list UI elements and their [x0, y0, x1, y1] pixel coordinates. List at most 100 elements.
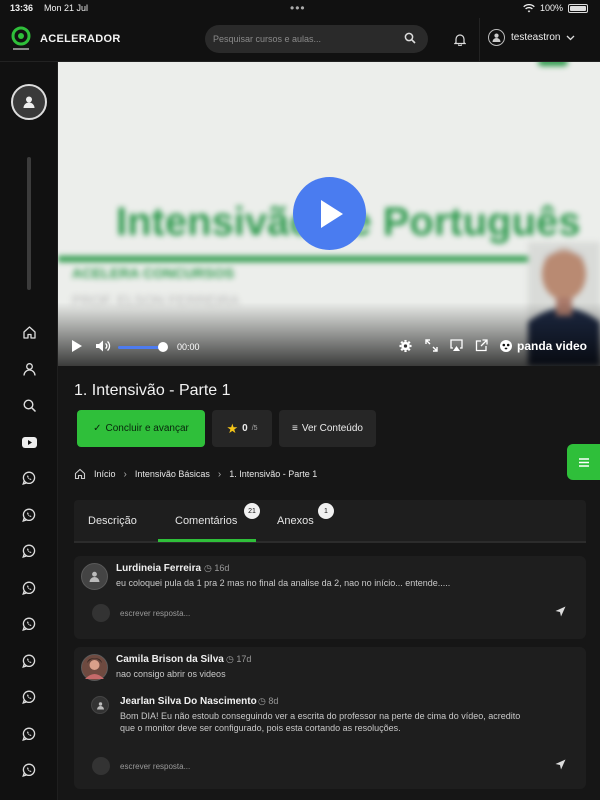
sidebar-item-whatsapp[interactable] [19, 578, 39, 598]
play-icon[interactable] [71, 339, 83, 353]
rating-button[interactable]: ★ 0/5 [212, 410, 272, 447]
sidebar-item-search[interactable] [19, 395, 39, 415]
search-bar[interactable] [205, 25, 428, 53]
sidebar-item-whatsapp[interactable] [19, 541, 39, 561]
volume-slider[interactable] [118, 346, 162, 349]
comment-text: nao consigo abrir os videos [116, 669, 226, 679]
sidebar-item-profile[interactable] [19, 359, 39, 379]
sidebar-item-whatsapp[interactable] [19, 614, 39, 634]
view-content-button[interactable]: ≡ Ver Conteúdo [279, 410, 376, 447]
user-icon [23, 96, 35, 108]
user-icon [96, 701, 104, 709]
settings-gear-icon[interactable] [399, 339, 412, 353]
comment-author[interactable]: Camila Brison da Silva [116, 654, 224, 665]
user-menu[interactable]: testeastron [488, 29, 575, 46]
chevron-right-icon: › [217, 468, 222, 480]
search-icon[interactable] [404, 32, 416, 44]
whatsapp-icon [22, 544, 36, 558]
list-icon [578, 457, 589, 467]
reply-input[interactable] [120, 606, 540, 620]
send-icon[interactable] [555, 759, 566, 770]
panda-icon [500, 340, 512, 352]
home-icon [22, 325, 36, 339]
tab-attachments[interactable]: Anexos [277, 515, 314, 527]
whatsapp-icon [22, 763, 36, 777]
sidebar-item-youtube[interactable] [19, 432, 39, 452]
sidebar-item-whatsapp[interactable] [19, 651, 39, 671]
tab-comments[interactable]: Comentários [175, 515, 237, 527]
rating-value: 0 [242, 423, 248, 434]
view-content-label: Ver Conteúdo [301, 423, 363, 434]
volume-slider-handle[interactable] [158, 342, 168, 352]
divider [479, 18, 480, 62]
sidebar-item-home[interactable] [19, 322, 39, 342]
lesson-title: 1. Intensivão - Parte 1 [74, 382, 231, 399]
airplay-icon[interactable] [450, 339, 463, 352]
home-icon[interactable] [74, 468, 86, 480]
sidebar-scrollbar[interactable] [27, 157, 31, 290]
sidebar-item-whatsapp[interactable] [19, 505, 39, 525]
user-icon [22, 362, 36, 376]
fullscreen-icon[interactable] [425, 339, 438, 352]
whatsapp-icon [22, 471, 36, 485]
complete-and-next-button[interactable]: ✓ Concluir e avançar [77, 410, 205, 447]
sidebar-item-whatsapp[interactable] [19, 468, 39, 488]
tab-description[interactable]: Descrição [88, 515, 137, 527]
whatsapp-icon [22, 690, 36, 704]
search-input[interactable] [213, 31, 398, 47]
profile-avatar[interactable] [11, 84, 47, 120]
battery-percent: 100% [539, 3, 563, 13]
reply-row [82, 602, 578, 624]
comment-avatar [81, 654, 108, 681]
sidebar-item-whatsapp[interactable] [19, 687, 39, 707]
reply-input[interactable] [120, 759, 540, 773]
play-icon [320, 199, 343, 228]
bell-icon[interactable] [454, 33, 466, 46]
brand-name: ACELERADOR [40, 33, 121, 45]
slide-bar [58, 256, 600, 262]
comment-age: ◷ 17d [226, 654, 251, 665]
user-icon [89, 571, 100, 582]
send-icon[interactable] [555, 606, 566, 617]
reply-age: ◷ 8d [258, 696, 278, 707]
reply-text: Bom DIA! Eu não estoub conseguindo ver a… [120, 711, 521, 733]
reply-author[interactable]: Jearlan Silva Do Nascimento [120, 696, 257, 707]
battery-icon [568, 3, 588, 13]
panda-video-logo: panda video [499, 339, 587, 353]
username: testeastron [511, 32, 561, 43]
multitask-dots-icon[interactable]: ••• [290, 1, 306, 15]
top-bar: ACELERADOR testeastron [0, 18, 600, 62]
breadcrumb: Início › Intensivão Básicas › 1. Intensi… [74, 468, 317, 480]
clock-icon: ◷ [226, 654, 234, 664]
breadcrumb-course[interactable]: Intensivão Básicas [135, 469, 210, 479]
comment-age-value: 16d [214, 563, 230, 573]
complete-label: Concluir e avançar [105, 423, 189, 434]
video-controls: 00:00 panda video [58, 335, 600, 359]
sidebar-item-whatsapp[interactable] [19, 724, 39, 744]
ios-status-bar: 13:36 Mon 21 Jul ••• 100% [0, 0, 600, 18]
comment-author[interactable]: Lurdineia Ferreira [116, 563, 201, 574]
reply-age-value: 8d [268, 696, 279, 706]
play-button[interactable] [293, 177, 366, 250]
reply-avatar [92, 757, 110, 775]
user-photo [82, 655, 107, 680]
comment-age: ◷ 16d [204, 563, 229, 574]
whatsapp-icon [22, 581, 36, 595]
slide-subtitle: ACELERA CONCURSOS [72, 265, 235, 281]
wifi-icon [523, 3, 535, 12]
breadcrumb-home[interactable]: Início [94, 469, 116, 479]
external-link-icon[interactable] [475, 339, 488, 352]
search-icon [22, 398, 36, 412]
video-player[interactable]: Intensivão de Português ACELERA CONCURSO… [58, 62, 600, 366]
comment-card: Lurdineia Ferreira ◷ 16d eu coloquei pul… [74, 556, 586, 639]
reply-author-avatar [91, 696, 109, 714]
comment-avatar [81, 563, 108, 590]
chevron-right-icon: › [123, 468, 127, 480]
whatsapp-icon [22, 508, 36, 522]
content-list-toggle[interactable] [567, 444, 600, 480]
status-date: Mon 21 Jul [44, 3, 89, 13]
volume-icon[interactable] [95, 339, 111, 353]
youtube-icon [21, 436, 37, 448]
rating-total: /5 [251, 425, 258, 432]
sidebar-item-whatsapp[interactable] [19, 760, 39, 780]
